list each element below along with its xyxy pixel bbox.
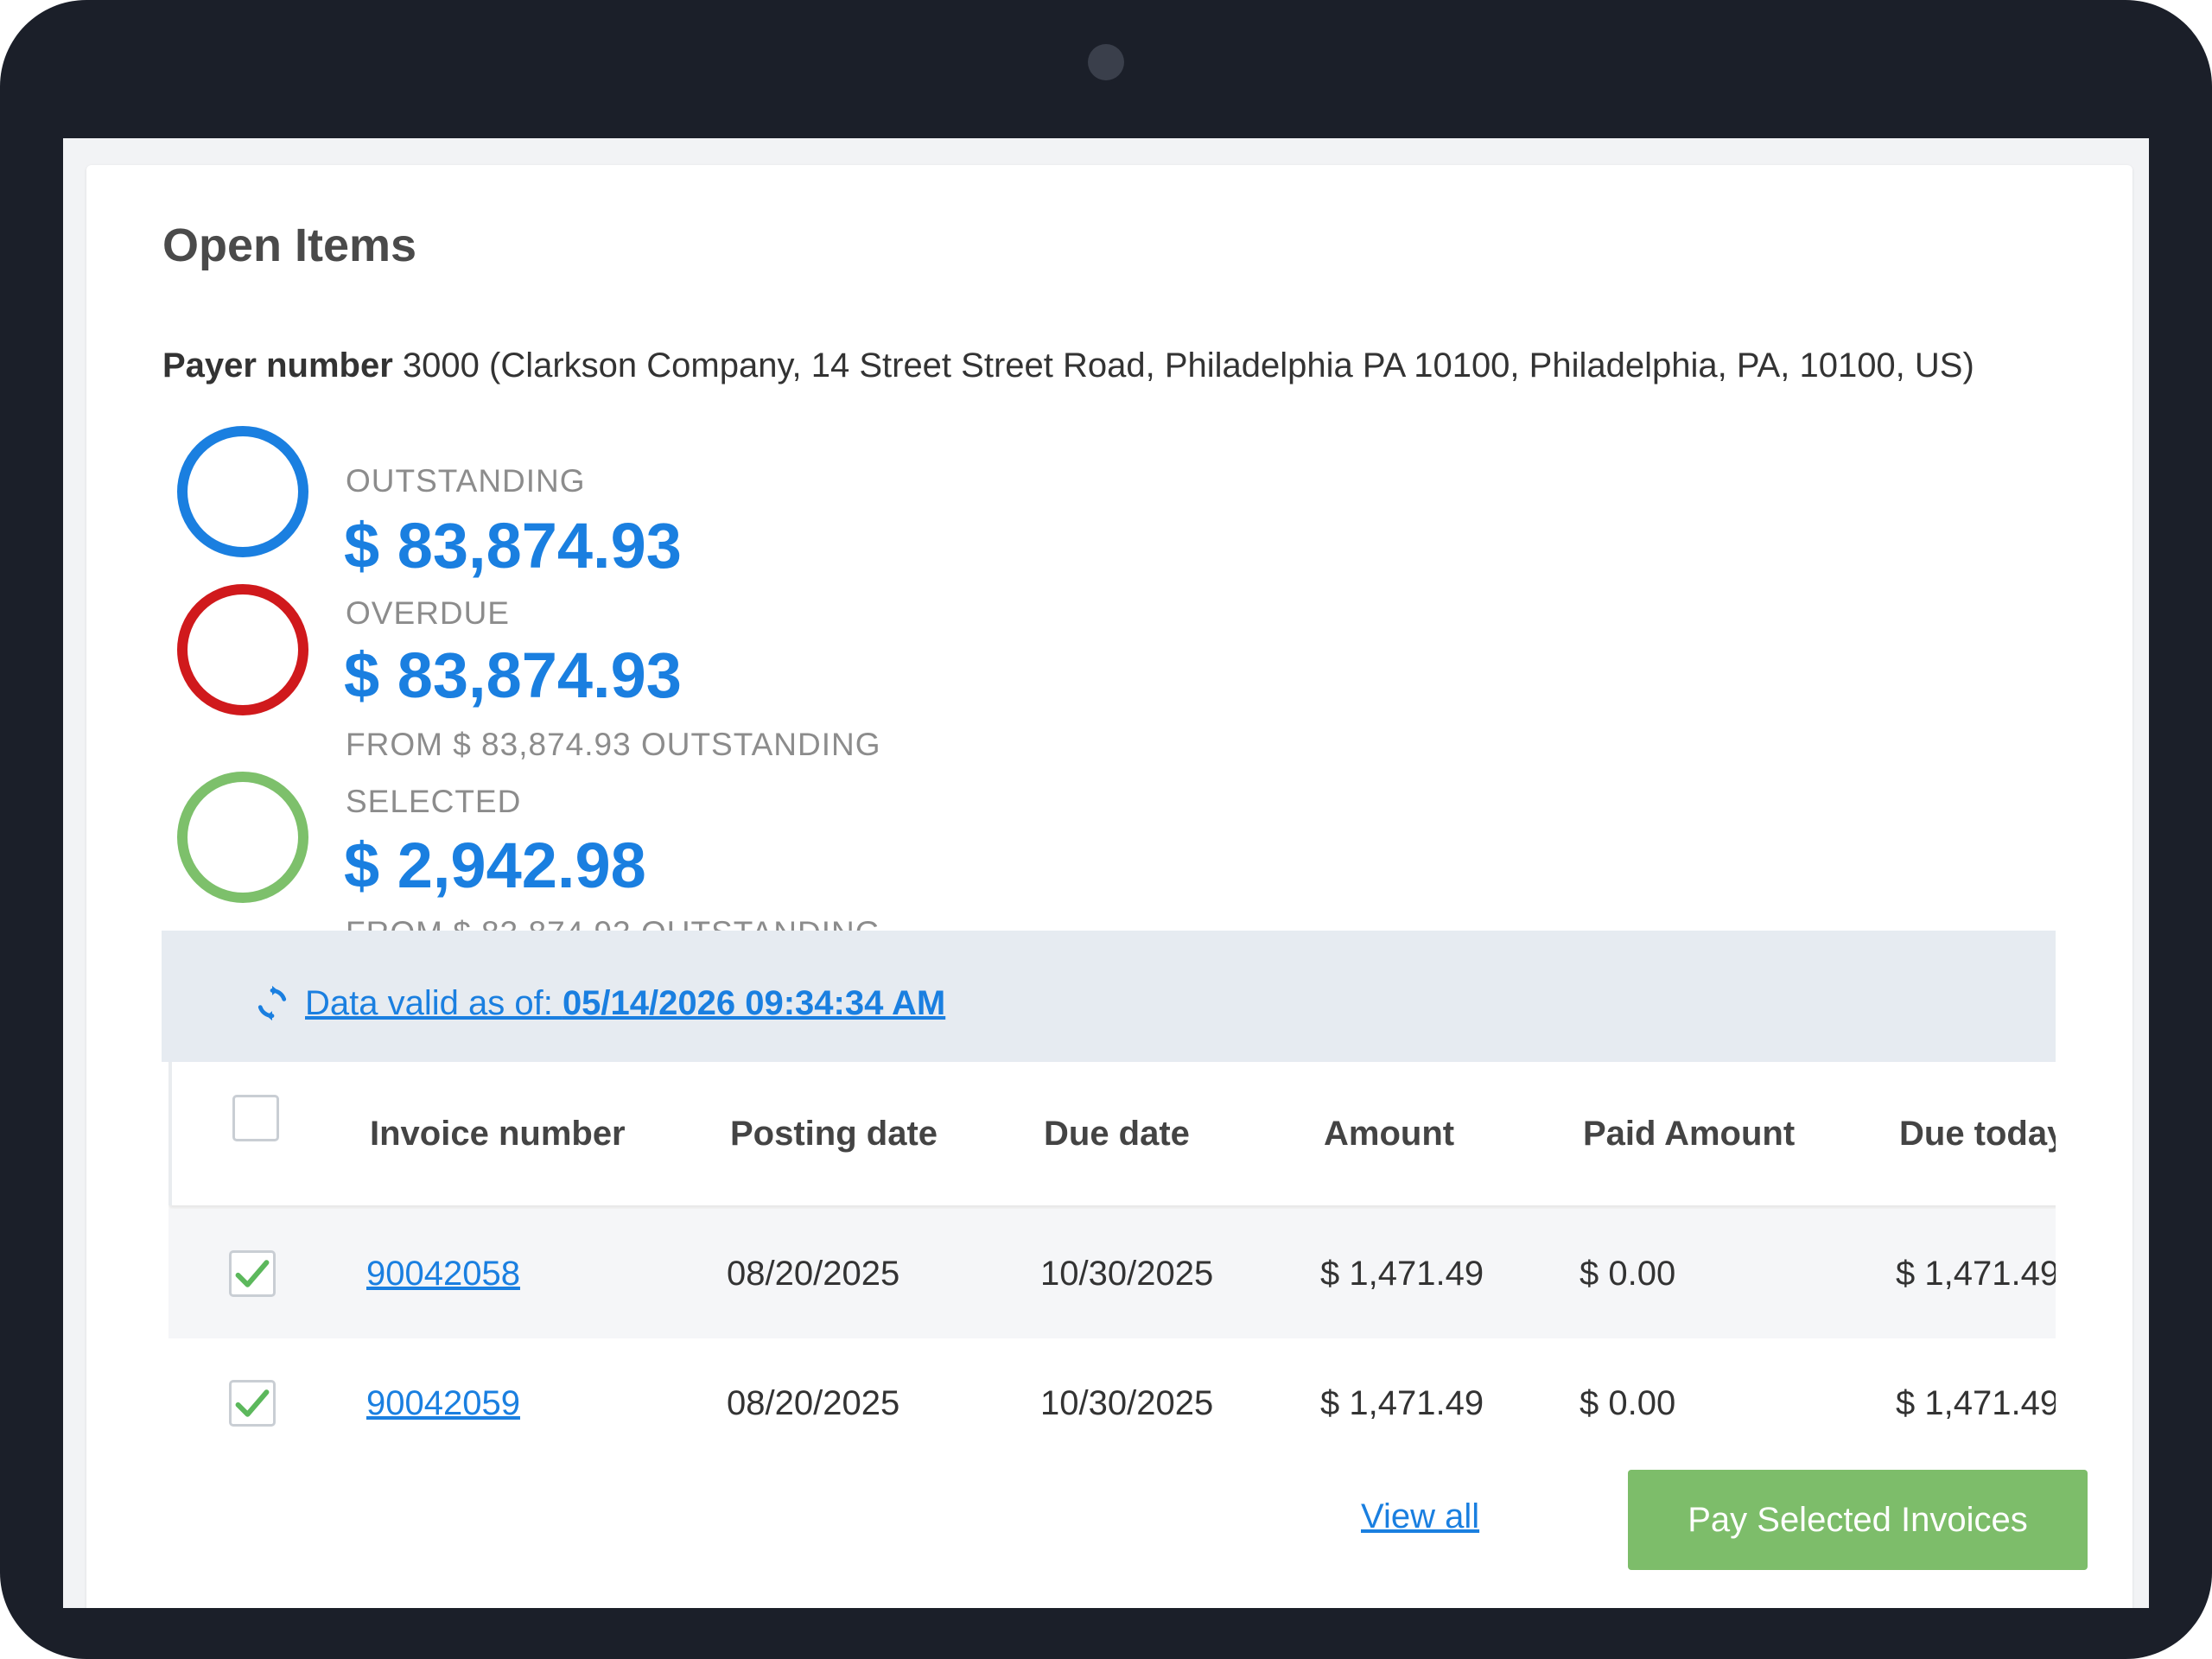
payer-value: 3000 (Clarkson Company, 14 Street Street… bbox=[402, 346, 1974, 385]
overdue-label: OVERDUE bbox=[346, 595, 510, 631]
due-date-cell: 10/30/2025 bbox=[1040, 1254, 1214, 1293]
due-today-cell: $ 1,471.49 bbox=[1896, 1383, 2056, 1422]
invoice-number-link[interactable]: 90042058 bbox=[366, 1255, 520, 1294]
camera-dot bbox=[1088, 44, 1124, 80]
table-row[interactable]: 90042059 08/20/2025 10/30/2025 $ 1,471.4… bbox=[168, 1338, 2056, 1468]
due-date-cell: 10/30/2025 bbox=[1040, 1383, 1214, 1422]
table-header: Invoice number Posting date Due date Amo… bbox=[168, 1062, 2056, 1205]
due-today-cell: $ 1,471.49 bbox=[1896, 1254, 2056, 1293]
amount-cell: $ 1,471.49 bbox=[1320, 1254, 1484, 1293]
column-header-due-date[interactable]: Due date bbox=[1044, 1062, 1190, 1205]
payer-info: Payer number 3000 (Clarkson Company, 14 … bbox=[162, 346, 1974, 385]
selected-ring-icon bbox=[177, 772, 308, 903]
page-title: Open Items bbox=[162, 219, 417, 271]
column-header-invoice-number[interactable]: Invoice number bbox=[370, 1062, 626, 1205]
outstanding-amount: $ 83,874.93 bbox=[344, 510, 682, 582]
data-valid-link[interactable]: Data valid as of: 05/14/2026 09:34:34 AM bbox=[305, 984, 945, 1023]
overdue-sub: FROM $ 83,874.93 OUTSTANDING bbox=[346, 727, 881, 762]
checkmark-icon bbox=[235, 1260, 270, 1287]
column-header-posting-date[interactable]: Posting date bbox=[730, 1062, 938, 1205]
refresh-icon[interactable] bbox=[253, 984, 291, 1022]
column-header-amount[interactable]: Amount bbox=[1324, 1062, 1454, 1205]
selected-amount: $ 2,942.98 bbox=[344, 830, 646, 901]
column-header-due-today[interactable]: Due today bbox=[1899, 1062, 2056, 1205]
invoice-table: Invoice number Posting date Due date Amo… bbox=[168, 1062, 2056, 1494]
paid-amount-cell: $ 0.00 bbox=[1580, 1254, 1676, 1293]
view-all-link[interactable]: View all bbox=[1361, 1497, 1479, 1536]
screen: Open Items Payer number 3000 (Clarkson C… bbox=[63, 138, 2149, 1608]
amount-cell: $ 1,471.49 bbox=[1320, 1383, 1484, 1422]
posting-date-cell: 08/20/2025 bbox=[727, 1383, 900, 1422]
row-checkbox[interactable] bbox=[229, 1380, 276, 1427]
pay-selected-invoices-button[interactable]: Pay Selected Invoices bbox=[1628, 1470, 2088, 1570]
paid-amount-cell: $ 0.00 bbox=[1580, 1383, 1676, 1422]
outstanding-ring-icon bbox=[177, 426, 308, 557]
invoice-number-link[interactable]: 90042059 bbox=[366, 1384, 520, 1423]
open-items-card: Open Items Payer number 3000 (Clarkson C… bbox=[86, 165, 2133, 1608]
select-all-checkbox[interactable] bbox=[232, 1095, 279, 1141]
posting-date-cell: 08/20/2025 bbox=[727, 1254, 900, 1293]
table-row[interactable]: 90042058 08/20/2025 10/30/2025 $ 1,471.4… bbox=[168, 1209, 2056, 1338]
data-validity-bar: Data valid as of: 05/14/2026 09:34:34 AM bbox=[162, 931, 2056, 1062]
overdue-amount: $ 83,874.93 bbox=[344, 639, 682, 711]
column-header-paid-amount[interactable]: Paid Amount bbox=[1583, 1062, 1795, 1205]
payer-label: Payer number bbox=[162, 346, 393, 385]
data-valid-timestamp: 05/14/2026 09:34:34 AM bbox=[562, 984, 946, 1022]
outstanding-label: OUTSTANDING bbox=[346, 463, 586, 499]
device-frame: Open Items Payer number 3000 (Clarkson C… bbox=[0, 0, 2212, 1659]
data-valid-prefix: Data valid as of: bbox=[305, 984, 563, 1022]
overdue-ring-icon bbox=[177, 584, 308, 715]
row-checkbox[interactable] bbox=[229, 1250, 276, 1297]
checkmark-icon bbox=[235, 1389, 270, 1417]
selected-label: SELECTED bbox=[346, 784, 522, 819]
